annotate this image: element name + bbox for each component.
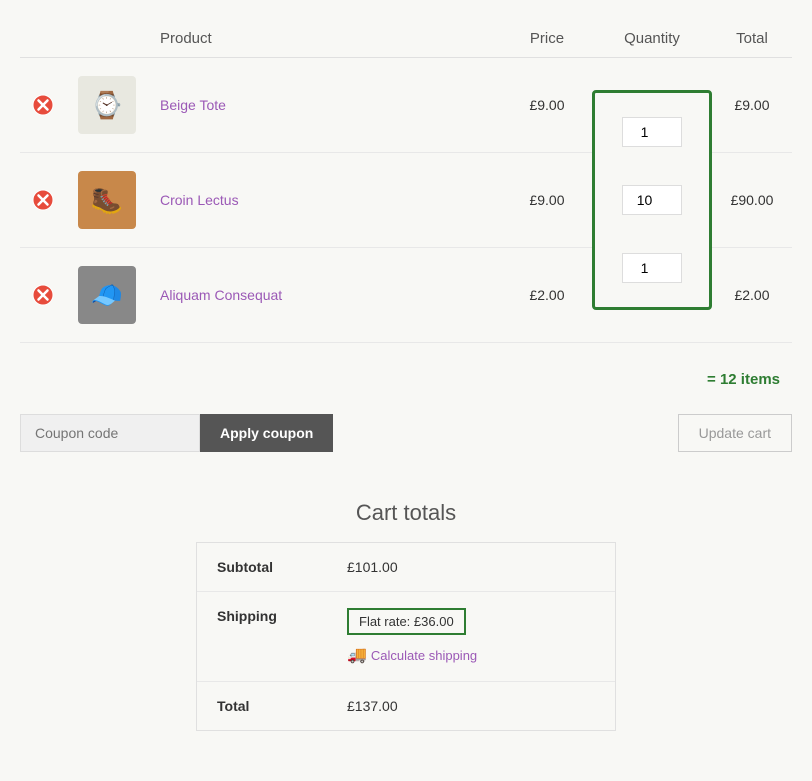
subtotal-value: £101.00: [347, 559, 595, 575]
cart-totals-title: Cart totals: [356, 500, 456, 526]
product-thumbnail: 🥾: [91, 185, 123, 216]
remove-icon: [32, 189, 54, 211]
total-row: Total £137.00: [197, 682, 615, 730]
cart-table: Product Price Quantity Total ⌚ Beige Tote…: [20, 20, 792, 343]
cart-totals-section: Cart totals Subtotal £101.00 Shipping Fl…: [20, 500, 792, 731]
col-header-quantity: Quantity: [592, 20, 712, 58]
page-wrapper: Product Price Quantity Total ⌚ Beige Tote…: [0, 0, 812, 751]
product-thumbnail: ⌚: [91, 90, 123, 121]
product-name-link[interactable]: Aliquam Consequat: [160, 287, 282, 303]
qty-input-1[interactable]: [622, 117, 682, 147]
remove-button[interactable]: [32, 94, 54, 116]
cart-actions: Apply coupon Update cart: [20, 406, 792, 460]
shipping-flat-rate: Flat rate: £36.00: [347, 608, 466, 635]
product-total: £2.00: [712, 248, 792, 343]
col-header-total: Total: [712, 20, 792, 58]
coupon-area: Apply coupon: [20, 414, 333, 452]
apply-coupon-button[interactable]: Apply coupon: [200, 414, 333, 452]
items-summary: = 12 items: [20, 363, 792, 396]
product-total: £90.00: [712, 153, 792, 248]
product-name-link[interactable]: Beige Tote: [160, 97, 226, 113]
table-row: ⌚ Beige Tote £9.00 £9.00: [20, 58, 792, 153]
product-price: £9.00: [502, 58, 592, 153]
coupon-input[interactable]: [20, 414, 200, 452]
product-thumbnail: 🧢: [91, 280, 123, 311]
qty-column-cell: [592, 58, 712, 343]
product-name-link[interactable]: Croin Lectus: [160, 192, 239, 208]
col-header-price: Price: [502, 20, 592, 58]
shipping-label: Shipping: [217, 608, 347, 624]
total-label: Total: [217, 698, 347, 714]
col-header-remove: [20, 20, 66, 58]
remove-button[interactable]: [32, 284, 54, 306]
col-header-thumb: [66, 20, 148, 58]
qty-column-wrapper: [592, 90, 712, 310]
remove-button[interactable]: [32, 189, 54, 211]
calculate-shipping-text: Calculate shipping: [371, 648, 477, 663]
remove-icon: [32, 94, 54, 116]
qty-input-3[interactable]: [622, 253, 682, 283]
col-header-product: Product: [148, 20, 502, 58]
product-total: £9.00: [712, 58, 792, 153]
subtotal-label: Subtotal: [217, 559, 347, 575]
update-cart-button[interactable]: Update cart: [678, 414, 792, 452]
total-value: £137.00: [347, 698, 595, 714]
subtotal-row: Subtotal £101.00: [197, 543, 615, 592]
truck-icon: 🚚: [347, 645, 367, 665]
calculate-shipping-link[interactable]: 🚚 Calculate shipping: [347, 645, 595, 665]
remove-icon: [32, 284, 54, 306]
cart-totals-box: Subtotal £101.00 Shipping Flat rate: £36…: [196, 542, 616, 731]
shipping-value: Flat rate: £36.00 🚚 Calculate shipping: [347, 608, 595, 665]
product-price: £2.00: [502, 248, 592, 343]
product-price: £9.00: [502, 153, 592, 248]
shipping-row: Shipping Flat rate: £36.00 🚚 Calculate s…: [197, 592, 615, 682]
qty-input-2[interactable]: [622, 185, 682, 215]
